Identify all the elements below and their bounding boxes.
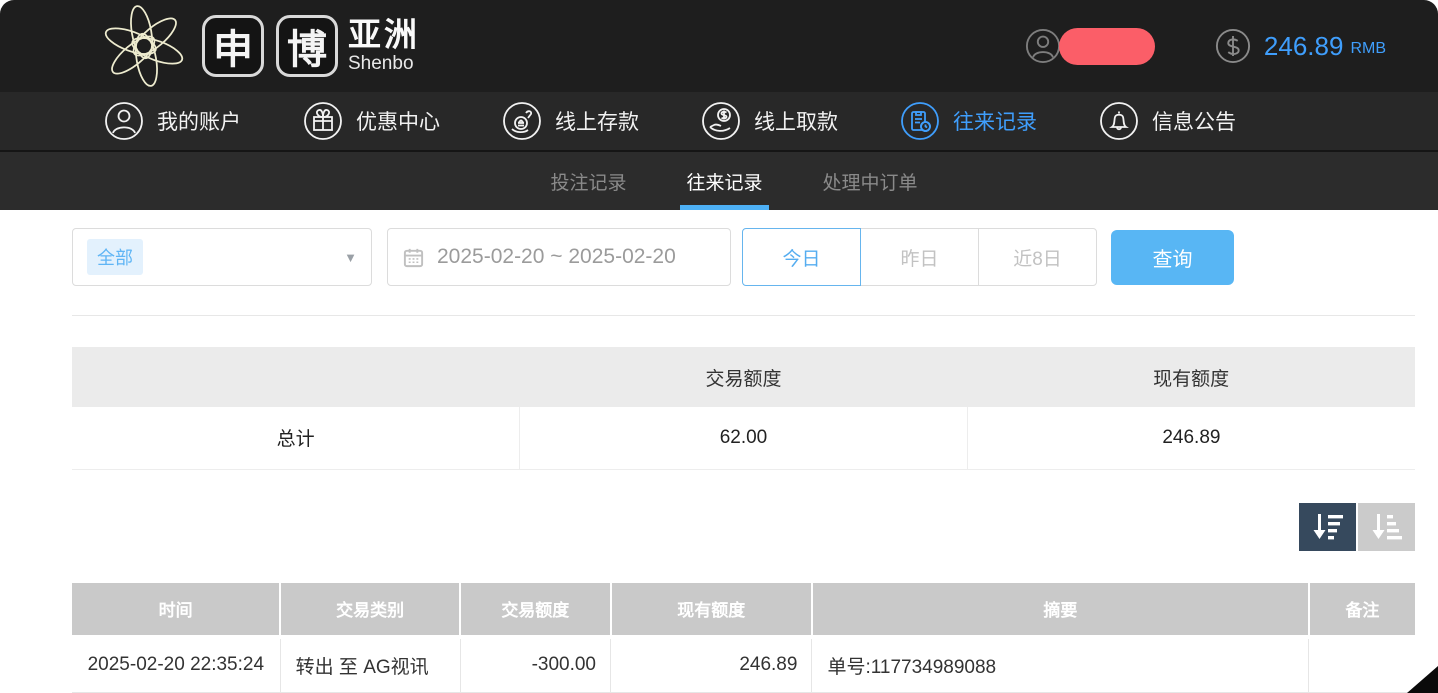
bell-icon <box>1099 101 1139 141</box>
col-balance: 现有额度 <box>611 583 812 637</box>
nav-label: 我的账户 <box>157 106 241 136</box>
user-avatar-icon[interactable] <box>1025 28 1061 64</box>
records-header-row: 时间 交易类别 交易额度 现有额度 摘要 备注 <box>72 583 1415 637</box>
nav-item-transaction-records[interactable]: 往来记录 <box>900 101 1037 141</box>
summary-table: 交易额度 现有额度 总计 62.00 246.89 <box>72 347 1415 470</box>
gift-icon <box>303 101 343 141</box>
col-remark: 备注 <box>1309 583 1415 637</box>
main-nav: 我的账户 优惠中心 线上存款 线上取款 <box>0 92 1438 152</box>
type-dropdown-value: 全部 <box>87 239 143 275</box>
sort-asc-icon <box>1370 511 1404 543</box>
nav-label: 信息公告 <box>1152 106 1236 136</box>
yesterday-button[interactable]: 昨日 <box>860 228 979 286</box>
record-type: 转出 至 AG视讯 <box>280 637 460 693</box>
user-icon <box>104 101 144 141</box>
brand-logo[interactable]: 申 博 亚洲 Shenbo <box>98 2 420 90</box>
sort-ascending-button[interactable] <box>1358 503 1415 551</box>
top-header: 申 博 亚洲 Shenbo 246.89 RMB <box>0 0 1438 92</box>
search-button[interactable]: 查询 <box>1111 230 1234 285</box>
summary-total-row: 总计 62.00 246.89 <box>72 407 1415 469</box>
col-amount: 交易额度 <box>460 583 610 637</box>
type-dropdown[interactable]: 全部 ▼ <box>72 228 372 286</box>
record-remark <box>1309 637 1415 693</box>
summary-total-balance: 246.89 <box>967 407 1415 469</box>
sort-descending-button[interactable] <box>1299 503 1356 551</box>
logo-suffix: 亚洲 <box>348 18 420 53</box>
date-range-value: 2025-02-20 ~ 2025-02-20 <box>437 245 676 269</box>
record-summary: 单号:117734989088 <box>812 637 1309 693</box>
last-8-days-button[interactable]: 近8日 <box>978 228 1097 286</box>
nav-label: 线上存款 <box>555 106 639 136</box>
record-row: 2025-02-20 22:35:24 转出 至 AG视讯 -300.00 24… <box>72 637 1415 693</box>
record-balance: 246.89 <box>611 637 812 693</box>
sort-controls <box>72 503 1415 551</box>
tab-transaction-records[interactable]: 往来记录 <box>680 152 768 210</box>
quick-date-button-group: 今日 昨日 近8日 <box>742 228 1097 286</box>
nav-label: 线上取款 <box>754 106 838 136</box>
logo-subtitle: Shenbo <box>348 54 420 74</box>
deposit-hand-icon <box>502 101 542 141</box>
records-table: 时间 交易类别 交易额度 现有额度 摘要 备注 2025-02-20 22:35… <box>72 583 1415 693</box>
balance-amount: 246.89 <box>1264 31 1344 62</box>
summary-total-label: 总计 <box>72 407 520 469</box>
record-time: 2025-02-20 22:35:24 <box>72 637 280 693</box>
dollar-coin-icon <box>1215 28 1251 64</box>
withdraw-hand-icon <box>701 101 741 141</box>
corner-widget-triangle[interactable] <box>1407 666 1438 693</box>
username-redacted-pill[interactable] <box>1059 28 1155 65</box>
summary-col-amount: 交易额度 <box>520 347 968 407</box>
balance-currency: RMB <box>1350 40 1386 58</box>
logo-char-box-1: 申 <box>202 15 264 77</box>
date-range-input[interactable]: 2025-02-20 ~ 2025-02-20 <box>387 228 731 286</box>
nav-item-deposit[interactable]: 线上存款 <box>502 101 639 141</box>
tab-betting-records[interactable]: 投注记录 <box>544 152 632 210</box>
nav-item-my-account[interactable]: 我的账户 <box>104 101 241 141</box>
logo-char-box-2: 博 <box>276 15 338 77</box>
filter-row: 全部 ▼ 2025-02-20 ~ 2025-02-20 今日 昨日 近8日 查… <box>72 228 1415 286</box>
nav-item-announcements[interactable]: 信息公告 <box>1099 101 1236 141</box>
content-area: 全部 ▼ 2025-02-20 ~ 2025-02-20 今日 昨日 近8日 查… <box>0 210 1438 693</box>
chevron-down-icon: ▼ <box>344 250 357 265</box>
section-divider <box>72 315 1415 316</box>
col-type: 交易类别 <box>280 583 460 637</box>
nav-item-promotions[interactable]: 优惠中心 <box>303 101 440 141</box>
col-summary: 摘要 <box>812 583 1309 637</box>
calendar-icon <box>402 246 425 269</box>
nav-label: 优惠中心 <box>356 106 440 136</box>
clipboard-clock-icon <box>900 101 940 141</box>
record-amount: -300.00 <box>460 637 610 693</box>
summary-total-amount: 62.00 <box>520 407 968 469</box>
summary-col-empty <box>72 347 520 407</box>
sort-desc-icon <box>1311 511 1345 543</box>
today-button[interactable]: 今日 <box>742 228 861 286</box>
record-tabs: 投注记录 往来记录 处理中订单 <box>0 152 1438 210</box>
nav-item-withdraw[interactable]: 线上取款 <box>701 101 838 141</box>
nav-label: 往来记录 <box>953 106 1037 136</box>
summary-header-row: 交易额度 现有额度 <box>72 347 1415 407</box>
tab-processing-orders[interactable]: 处理中订单 <box>817 152 924 210</box>
col-time: 时间 <box>72 583 280 637</box>
summary-col-balance: 现有额度 <box>967 347 1415 407</box>
lotus-flower-icon <box>98 2 190 90</box>
